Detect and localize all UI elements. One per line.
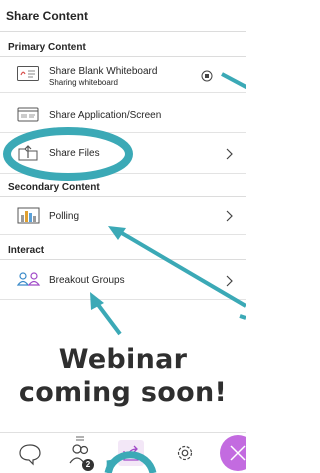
participants-count-badge: 2 (82, 459, 94, 471)
item-label: Share Blank Whiteboard (49, 66, 158, 77)
folder-upload-icon (16, 143, 42, 163)
whiteboard-icon (16, 65, 42, 85)
section-secondary-content: Secondary Content (0, 180, 246, 197)
section-title: Interact (8, 245, 45, 256)
screen-share-icon (16, 106, 42, 126)
breakout-groups-item[interactable]: Breakout Groups (0, 262, 246, 300)
settings-icon[interactable] (163, 433, 207, 473)
callout-line-2: coming soon! (18, 377, 228, 408)
chat-icon[interactable] (8, 433, 52, 473)
panel-header: Share Content (0, 0, 246, 32)
chevron-right-icon (224, 274, 234, 288)
share-files-item[interactable]: Share Files (0, 134, 246, 174)
section-interact: Interact (0, 243, 246, 260)
bar-chart-icon (16, 206, 42, 226)
panel-title: Share Content (6, 9, 89, 23)
share-application-item[interactable]: Share Application/Screen (0, 99, 246, 133)
section-primary-content: Primary Content (0, 40, 246, 57)
share-content-icon[interactable] (109, 433, 153, 473)
polling-item[interactable]: Polling (0, 198, 246, 235)
groups-icon (16, 270, 42, 290)
item-label: Polling (49, 211, 80, 222)
item-label: Share Files (49, 148, 100, 159)
chevron-right-icon (224, 209, 234, 223)
callout-line-1: Webinar (58, 344, 188, 375)
item-status: Sharing whiteboard (49, 78, 118, 87)
close-icon[interactable] (216, 433, 256, 473)
bottom-tab-bar: 2 (0, 432, 256, 473)
webinar-callout: Webinar coming soon! (0, 343, 246, 409)
section-title: Secondary Content (8, 182, 100, 193)
item-label: Breakout Groups (49, 275, 125, 286)
section-title: Primary Content (8, 42, 86, 53)
participants-icon[interactable]: 2 (58, 433, 102, 473)
item-label: Share Application/Screen (49, 110, 162, 121)
stop-sharing-icon[interactable] (201, 69, 213, 82)
chevron-right-icon (224, 147, 234, 161)
share-whiteboard-item[interactable]: Share Blank Whiteboard Sharing whiteboar… (0, 58, 246, 93)
